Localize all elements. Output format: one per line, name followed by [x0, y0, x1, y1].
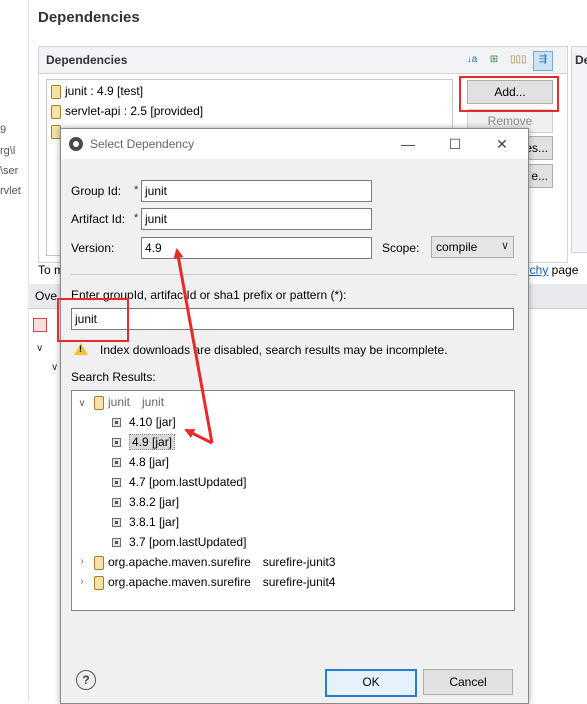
- annotation-arrows: [173, 248, 214, 445]
- annotation-arrow-head-to-version: [184, 428, 213, 445]
- annotation-arrow-to-version-field: [173, 248, 214, 444]
